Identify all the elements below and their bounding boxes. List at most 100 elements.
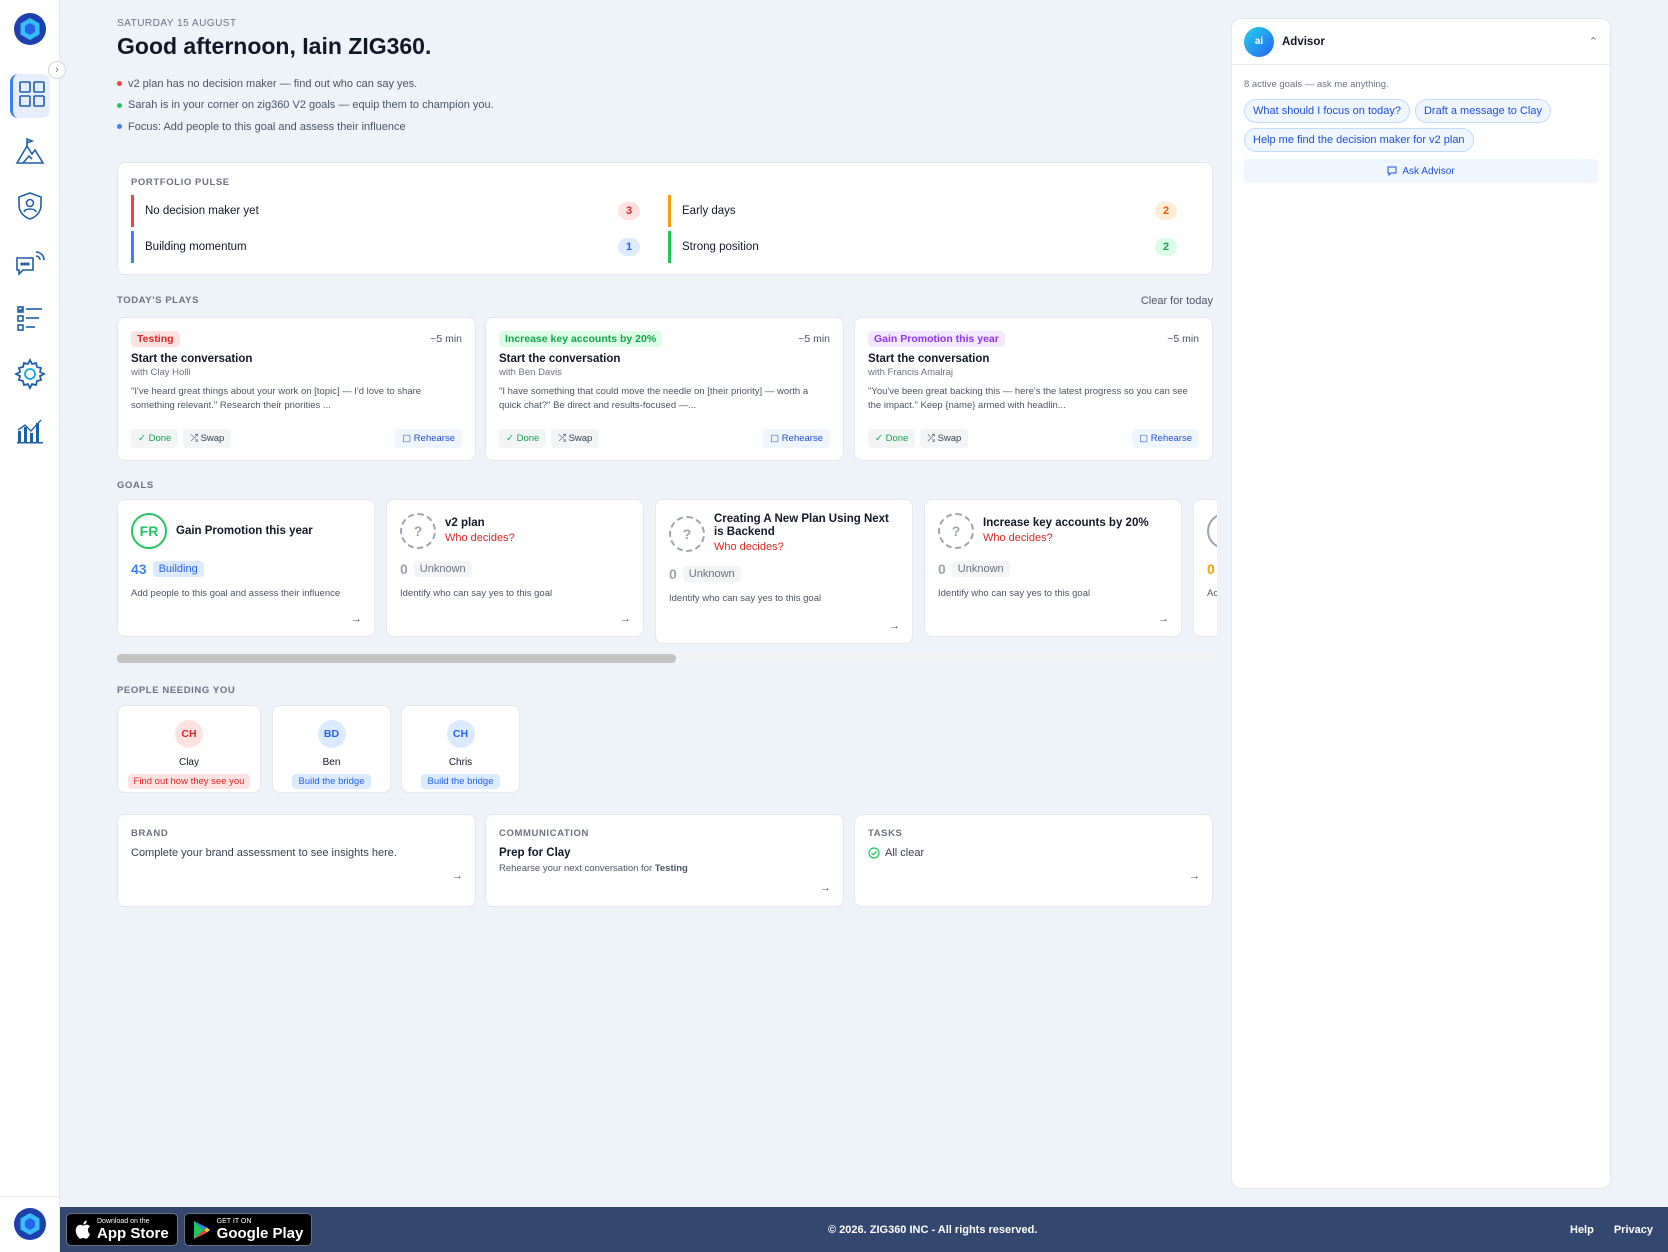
brand-card[interactable]: BRAND Complete your brand assessment to … [117, 814, 476, 907]
goals-scrollbar[interactable] [117, 654, 1217, 663]
goal-name: Gain Promotion this year [176, 524, 313, 537]
chat-icon: ▢ [1139, 433, 1149, 444]
play-title: Start the conversation [131, 353, 253, 365]
goal-status: Unknown [951, 561, 1010, 577]
play-title: Start the conversation [868, 353, 990, 365]
goal-card[interactable]: FR Gain Promotion this year 43 Building … [117, 499, 375, 637]
rehearse-button[interactable]: ▢ Rehearse [763, 429, 830, 448]
done-button[interactable]: ✓ Done [868, 429, 916, 448]
ask-advisor-button[interactable]: Ask Advisor [1244, 159, 1598, 183]
nav-brand[interactable] [10, 186, 50, 230]
communication-card[interactable]: COMMUNICATION Prep for Clay Rehearse you… [485, 814, 844, 907]
who-decides-link[interactable]: Who decides? [714, 541, 899, 554]
rehearse-label: Rehearse [413, 433, 455, 444]
done-label: Done [885, 433, 909, 444]
person-card[interactable]: BD Ben Build the bridge [272, 705, 391, 793]
bar-chart-icon [15, 415, 45, 450]
google-play-big-label: Google Play [216, 1224, 304, 1242]
arrow-right-icon[interactable]: → [452, 870, 463, 882]
goal-card[interactable]: ? Creating A New Plan Using Next is Back… [655, 499, 913, 644]
pulse-count: 2 [1155, 202, 1177, 220]
section-title: BRAND [131, 828, 169, 839]
goal-card[interactable]: 0 Ac [1193, 499, 1217, 637]
bottom-logo[interactable] [13, 1207, 47, 1241]
tasks-card[interactable]: TASKS All clear → [854, 814, 1213, 907]
arrow-right-icon[interactable]: → [1158, 613, 1169, 625]
pulse-label: Strong position [682, 241, 759, 253]
arrow-right-icon[interactable]: → [351, 613, 362, 625]
nav-settings[interactable] [10, 354, 50, 398]
suggestion-chip[interactable]: Help me find the decision maker for v2 p… [1244, 128, 1474, 152]
arrow-right-icon[interactable]: → [889, 620, 900, 632]
shuffle-icon: ⤮ [190, 433, 198, 444]
suggestion-chip[interactable]: What should I focus on today? [1244, 99, 1410, 123]
pulse-row[interactable]: Early days 2 [668, 195, 1190, 227]
arrow-right-icon[interactable]: → [820, 882, 831, 894]
advisor-hint: 8 active goals — ask me anything. [1244, 79, 1389, 90]
nav-goals[interactable] [10, 131, 50, 175]
chevron-up-icon[interactable]: ⌃ [1589, 35, 1598, 48]
insight-item: v2 plan has no decision maker — find out… [117, 73, 494, 95]
pulse-row[interactable]: No decision maker yet 3 [131, 195, 653, 227]
tasks-text: All clear [885, 847, 925, 859]
goal-score: 0 [938, 561, 946, 577]
communication-sub-label: Rehearse your next conversation for [499, 863, 653, 874]
person-action[interactable]: Build the bridge [421, 774, 500, 789]
play-title: Start the conversation [499, 353, 621, 365]
status-dot [117, 81, 122, 87]
goal-description: Ac [1207, 588, 1217, 599]
insight-text: v2 plan has no decision maker — find out… [128, 77, 418, 90]
done-button[interactable]: ✓ Done [131, 429, 179, 448]
duration-label: ~5 min [798, 333, 830, 345]
sidebar-expand-button[interactable]: › [48, 61, 66, 79]
nav-communication[interactable] [10, 243, 50, 287]
app-logo[interactable] [13, 12, 47, 46]
rehearse-label: Rehearse [781, 433, 823, 444]
goal-description: Identify who can say yes to this goal [400, 588, 553, 599]
arrow-right-icon[interactable]: → [1189, 870, 1200, 882]
person-card[interactable]: CH Chris Build the bridge [401, 705, 520, 793]
swap-button[interactable]: ⤮ Swap [920, 429, 969, 448]
person-action[interactable]: Find out how they see you [127, 774, 251, 789]
goal-avatar: ? [669, 515, 705, 552]
advisor-header[interactable]: ai Advisor ⌃ [1232, 19, 1610, 65]
person-card[interactable]: CH Clay Find out how they see you [117, 705, 261, 793]
goals-carousel[interactable]: FR Gain Promotion this year 43 Building … [117, 499, 1217, 649]
pulse-row[interactable]: Strong position 2 [668, 231, 1190, 263]
goal-description: Identify who can say yes to this goal [938, 588, 1091, 599]
chat-broadcast-icon [14, 248, 46, 283]
rehearse-button[interactable]: ▢ Rehearse [395, 429, 462, 448]
help-link[interactable]: Help [1570, 1224, 1594, 1236]
swap-button[interactable]: ⤮ Swap [183, 429, 232, 448]
tasks-status: All clear [868, 847, 1199, 859]
suggestion-chip[interactable]: Draft a message to Clay [1414, 99, 1551, 123]
app-store-badge[interactable]: Download on the App Store [66, 1213, 178, 1246]
goal-card[interactable]: ? v2 plan Who decides? 0 Unknown Identif… [386, 499, 644, 637]
clear-for-today-button[interactable]: Clear for today [1141, 295, 1213, 307]
brand-text: Complete your brand assessment to see in… [131, 847, 397, 859]
who-decides-link[interactable]: Who decides? [983, 532, 1149, 545]
apple-icon [75, 1220, 91, 1239]
who-decides-link[interactable]: Who decides? [445, 532, 515, 545]
pulse-row[interactable]: Building momentum 1 [131, 231, 653, 263]
rehearse-button[interactable]: ▢ Rehearse [1132, 429, 1199, 448]
goal-card[interactable]: ? Increase key accounts by 20% Who decid… [924, 499, 1182, 637]
nav-analytics[interactable] [10, 410, 50, 454]
google-play-badge[interactable]: GET IT ON Google Play [183, 1213, 313, 1246]
goal-description: Add people to this goal and assess their… [131, 588, 341, 599]
insight-text: Sarah is in your corner on zig360 V2 goa… [128, 99, 494, 112]
greeting-title: Good afternoon, Iain ZIG360. [117, 33, 432, 59]
copyright-text: © 2026. ZIG360 INC - All rights reserved… [828, 1223, 1038, 1236]
goal-avatar [1207, 513, 1217, 549]
swap-button[interactable]: ⤮ Swap [551, 429, 600, 448]
privacy-link[interactable]: Privacy [1614, 1224, 1653, 1236]
sidebar: › [0, 0, 66, 1252]
arrow-right-icon[interactable]: → [620, 613, 631, 625]
scrollbar-thumb[interactable] [117, 654, 676, 663]
person-action[interactable]: Build the bridge [292, 774, 371, 789]
nav-dashboard[interactable] [10, 74, 50, 118]
gear-icon [13, 357, 47, 395]
chat-icon: ▢ [770, 433, 780, 444]
done-button[interactable]: ✓ Done [499, 429, 547, 448]
nav-tasks[interactable] [10, 299, 50, 343]
